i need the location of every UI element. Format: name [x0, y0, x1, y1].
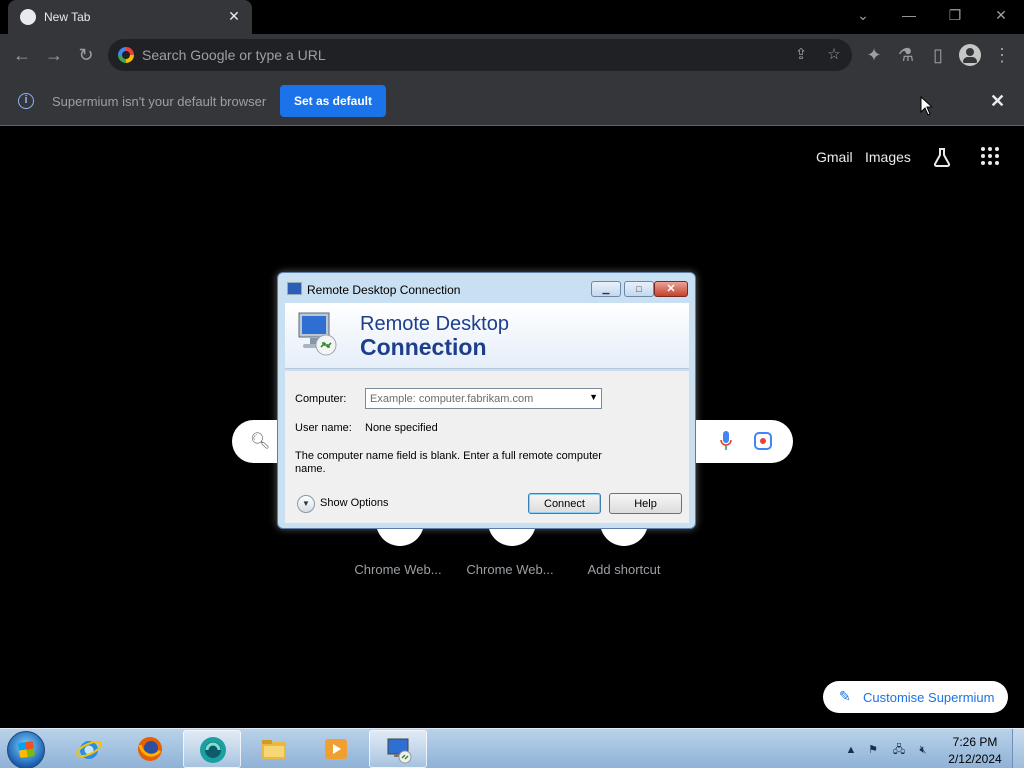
shortcut-label[interactable]: Chrome Web...: [455, 562, 565, 577]
labs-icon[interactable]: [931, 146, 953, 168]
bookmark-star-icon[interactable]: ☆: [824, 45, 844, 65]
windows-taskbar: ▲ ⚑ 🖧︎ 🔇︎ 7:26 PM 2/12/2024: [0, 728, 1024, 768]
connect-button[interactable]: Connect: [528, 493, 601, 514]
voice-search-icon[interactable]: [720, 430, 732, 452]
folder-icon: [262, 740, 286, 759]
blank-name-message: The computer name field is blank. Enter …: [295, 450, 602, 475]
back-icon[interactable]: ←: [8, 41, 36, 69]
close-window-icon[interactable]: ✕: [978, 0, 1024, 30]
tab-favicon-icon: [20, 9, 36, 25]
firefox-icon: [138, 737, 162, 761]
customise-label: Customise Supermium: [863, 689, 995, 705]
taskbar-ie[interactable]: [60, 730, 118, 768]
clock-time[interactable]: 7:26 PM: [950, 735, 1000, 749]
volume-muted-icon[interactable]: 🔇︎: [916, 743, 930, 757]
pencil-icon: ✎: [839, 688, 851, 704]
minimize-window-icon[interactable]: —: [886, 0, 932, 30]
tab-title: New Tab: [44, 10, 91, 24]
close-tab-icon[interactable]: ✕: [226, 8, 242, 24]
infobar-message: Supermium isn't your default browser: [52, 94, 267, 109]
dialog-maximize-icon[interactable]: □: [624, 281, 654, 297]
dialog-minimize-icon[interactable]: ▁: [591, 281, 621, 297]
address-placeholder: Search Google or type a URL: [142, 47, 326, 63]
computer-placeholder: Example: computer.fabrikam.com: [370, 393, 534, 405]
side-panel-icon[interactable]: ▯: [924, 41, 952, 69]
labs-flask-icon[interactable]: ⚗: [892, 41, 920, 69]
clock-date[interactable]: 2/12/2024: [946, 752, 1004, 766]
tab-new-tab[interactable]: New Tab ✕: [8, 0, 252, 34]
dialog-banner: Remote Desktop Connection: [285, 303, 689, 369]
mouse-cursor-icon: [920, 96, 932, 116]
search-icon: 🔍︎: [250, 433, 271, 450]
customise-button[interactable]: ✎ Customise Supermium: [823, 681, 1008, 713]
supermium-icon: [200, 737, 226, 763]
taskbar-remote-desktop[interactable]: [369, 730, 427, 768]
taskbar-firefox[interactable]: [121, 730, 179, 768]
set-default-button[interactable]: Set as default: [280, 85, 386, 117]
taskbar-supermium[interactable]: [183, 730, 241, 768]
dialog-title: Remote Desktop Connection: [307, 283, 461, 297]
menu-dots-icon[interactable]: ⋮: [988, 41, 1016, 69]
tab-strip: New Tab ✕ ⌄ — ❐ ✕: [0, 0, 1024, 34]
network-icon[interactable]: 🖧︎: [892, 743, 906, 757]
address-bar[interactable]: Search Google or type a URL ⇪ ☆: [108, 39, 852, 71]
info-icon: i: [18, 93, 34, 109]
show-desktop-button[interactable]: [1012, 729, 1024, 768]
default-browser-infobar: i Supermium isn't your default browser S…: [0, 76, 1024, 126]
expand-options-icon[interactable]: ▼: [297, 495, 315, 513]
browser-toolbar: ← → ↻ Search Google or type a URL ⇪ ☆ ✦ …: [0, 34, 1024, 76]
remote-monitor-icon: [298, 312, 337, 356]
dropdown-arrow-icon[interactable]: ▼: [589, 392, 598, 402]
lens-search-icon[interactable]: [754, 432, 772, 450]
banner-title-line2: Connection: [360, 334, 487, 360]
start-button[interactable]: [7, 731, 45, 768]
show-options-link[interactable]: Show Options: [320, 497, 388, 509]
internet-explorer-icon: [76, 740, 102, 759]
rdp-window-icon: [287, 282, 302, 295]
remote-desktop-dialog: Remote Desktop Connection ▁ □ ✕ Remote D…: [277, 272, 696, 529]
google-logo-icon: [118, 47, 134, 63]
forward-icon[interactable]: →: [40, 41, 68, 69]
reload-icon[interactable]: ↻: [72, 41, 100, 69]
screen: New Tab ✕ ⌄ — ❐ ✕ ← → ↻ Search Google or…: [0, 0, 1024, 768]
help-button[interactable]: Help: [609, 493, 682, 514]
taskbar-media-player[interactable]: [307, 730, 365, 768]
computer-combobox[interactable]: Example: computer.fabrikam.com ▼: [365, 388, 602, 409]
banner-title-line1: Remote Desktop: [360, 313, 509, 335]
restore-window-icon[interactable]: ❐: [932, 0, 978, 30]
shortcut-label[interactable]: Chrome Web...: [343, 562, 453, 577]
media-player-icon: [325, 739, 347, 759]
extensions-icon[interactable]: ✦: [860, 41, 888, 69]
remote-desktop-icon: [387, 738, 412, 764]
profile-avatar-icon[interactable]: [959, 44, 981, 66]
share-icon[interactable]: ⇪: [791, 45, 811, 65]
images-link[interactable]: Images: [865, 149, 911, 165]
taskbar-explorer[interactable]: [245, 730, 303, 768]
infobar-close-icon[interactable]: ✕: [990, 91, 1005, 112]
show-hidden-icons-icon[interactable]: ▲: [844, 743, 858, 757]
gmail-link[interactable]: Gmail: [816, 149, 853, 165]
dialog-body: Computer: Example: computer.fabrikam.com…: [285, 371, 689, 523]
apps-grid-icon[interactable]: [980, 146, 1000, 166]
tab-search-icon[interactable]: ⌄: [840, 0, 886, 30]
dialog-close-icon[interactable]: ✕: [654, 281, 688, 297]
username-label: User name:: [295, 422, 352, 434]
username-value: None specified: [365, 422, 438, 434]
action-center-flag-icon[interactable]: ⚑: [866, 743, 880, 757]
add-shortcut-label[interactable]: Add shortcut: [569, 562, 679, 577]
computer-label: Computer:: [295, 393, 347, 405]
